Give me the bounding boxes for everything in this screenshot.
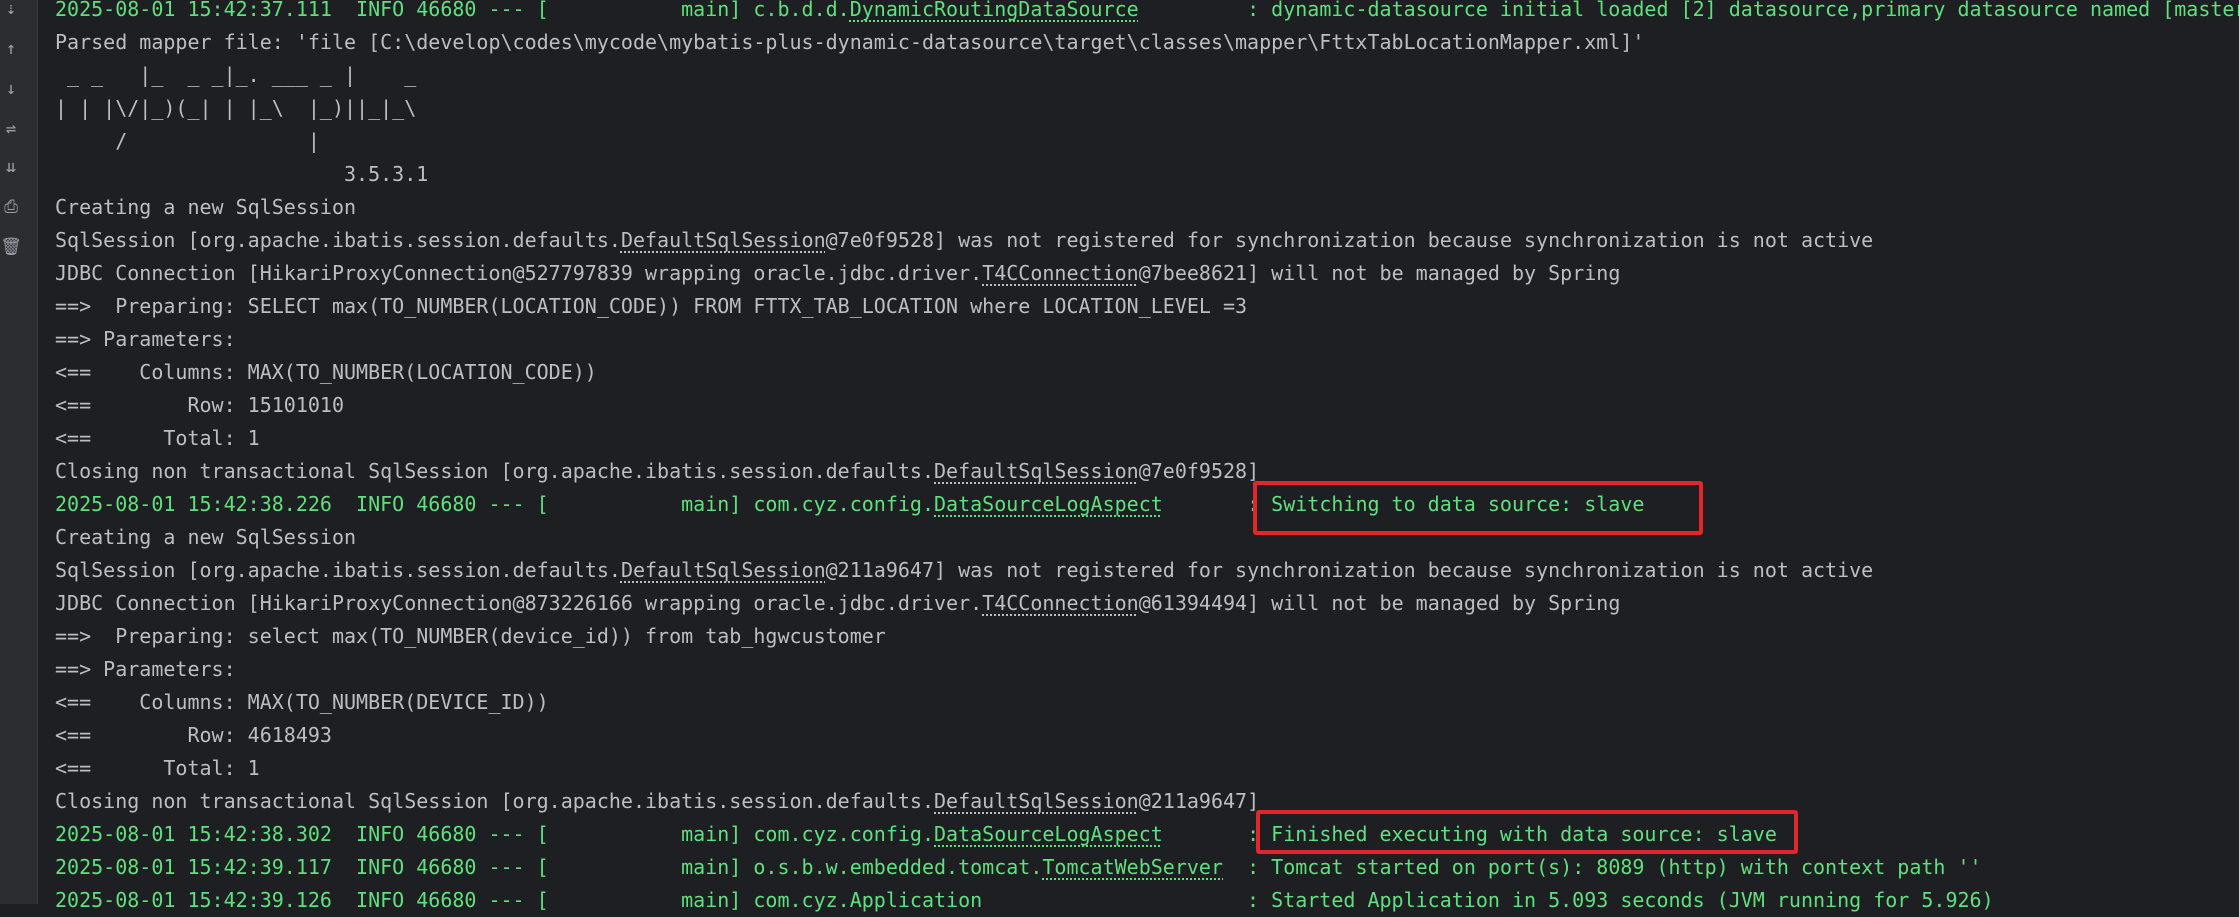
line-text-tail: @211a9647]: [1138, 789, 1260, 813]
class-link[interactable]: DynamicRoutingDataSource: [850, 0, 1139, 21]
console-line: ==> Preparing: select max(TO_NUMBER(devi…: [55, 620, 886, 653]
line-text: 2025-08-01 15:42:38.226 INFO 46680 --- […: [55, 492, 934, 516]
line-text-tail: @61394494] will not be managed by Spring: [1138, 591, 1621, 615]
line-text: ==> Parameters:: [55, 657, 248, 681]
line-text: 2025-08-01 15:42:37.111 INFO 46680 --- […: [55, 0, 850, 21]
console-line: ==> Preparing: SELECT max(TO_NUMBER(LOCA…: [55, 290, 1247, 323]
class-link[interactable]: DataSourceLogAspect: [934, 492, 1163, 516]
log-line: 2025-08-01 15:42:39.117 INFO 46680 --- […: [55, 851, 1982, 884]
class-link[interactable]: DefaultSqlSession: [621, 228, 826, 252]
console-line: JDBC Connection [HikariProxyConnection@8…: [55, 587, 1620, 620]
line-text-tail: @7e0f9528]: [1138, 459, 1260, 483]
console-line: ==> Parameters:: [55, 323, 248, 356]
line-text: <== Row: 15101010: [55, 393, 344, 417]
line-text: JDBC Connection [HikariProxyConnection@5…: [55, 261, 983, 285]
clear-all-icon[interactable]: 🗑: [0, 236, 22, 258]
line-text: | | |\/|_)(_| | |_\ |_)||_|_\: [55, 96, 429, 120]
class-link[interactable]: T4CConnection: [982, 261, 1139, 285]
console-line: _ _ |_ _ _|_. ___ _ | _: [55, 59, 428, 92]
line-text: 2025-08-01 15:42:39.126 INFO 46680 --- […: [55, 888, 1994, 912]
line-text: <== Total: 1: [55, 756, 260, 780]
line-text: <== Row: 4618493: [55, 723, 332, 747]
line-text: Closing non transactional SqlSession [or…: [55, 459, 934, 483]
line-text: <== Columns: MAX(TO_NUMBER(DEVICE_ID)): [55, 690, 549, 714]
line-text: <== Total: 1: [55, 426, 260, 450]
console-line: <== Columns: MAX(TO_NUMBER(LOCATION_CODE…: [55, 356, 597, 389]
line-text: Closing non transactional SqlSession [or…: [55, 789, 934, 813]
line-text: Creating a new SqlSession: [55, 195, 357, 219]
line-text: ==> Preparing: select max(TO_NUMBER(devi…: [55, 624, 886, 648]
console-line: <== Row: 15101010: [55, 389, 344, 422]
console-line: SqlSession [org.apache.ibatis.session.de…: [55, 554, 1873, 587]
class-link[interactable]: DataSourceLogAspect: [934, 822, 1163, 846]
line-text: SqlSession [org.apache.ibatis.session.de…: [55, 228, 621, 252]
line-text: SqlSession [org.apache.ibatis.session.de…: [55, 558, 621, 582]
line-text-tail: @211a9647] was not registered for synchr…: [825, 558, 1874, 582]
console-line: <== Total: 1: [55, 752, 260, 785]
console-output[interactable]: 2025-08-01 15:42:37.111 INFO 46680 --- […: [55, 0, 2239, 912]
class-link[interactable]: DefaultSqlSession: [934, 789, 1139, 813]
scroll-down-icon[interactable]: ↓: [0, 78, 22, 100]
class-link[interactable]: DefaultSqlSession: [621, 558, 826, 582]
console-line: | | |\/|_)(_| | |_\ |_)||_|_\: [55, 92, 428, 125]
line-text: JDBC Connection [HikariProxyConnection@8…: [55, 591, 983, 615]
console-line: Creating a new SqlSession: [55, 191, 356, 224]
line-text: Parsed mapper file: 'file [C:\develop\co…: [55, 30, 1645, 54]
line-text: <== Columns: MAX(TO_NUMBER(LOCATION_CODE…: [55, 360, 597, 384]
console-line: Creating a new SqlSession: [55, 521, 356, 554]
line-text-tail: : Finished executing with data source: s…: [1162, 822, 1777, 846]
console-line: <== Row: 4618493: [55, 719, 332, 752]
line-text-tail: : dynamic-datasource initial loaded [2] …: [1138, 0, 2239, 21]
console-line: JDBC Connection [HikariProxyConnection@5…: [55, 257, 1620, 290]
console-line: SqlSession [org.apache.ibatis.session.de…: [55, 224, 1873, 257]
scroll-up-icon[interactable]: ↑: [0, 38, 22, 60]
soft-wrap-icon[interactable]: ⇌: [0, 118, 22, 140]
print-icon[interactable]: ⎙: [0, 196, 22, 218]
line-text-tail: @7e0f9528] was not registered for synchr…: [825, 228, 1874, 252]
class-link[interactable]: T4CConnection: [982, 591, 1139, 615]
console-line: Closing non transactional SqlSession [or…: [55, 455, 1259, 488]
console-line: / |: [55, 125, 428, 158]
line-text: Creating a new SqlSession: [55, 525, 357, 549]
line-text: _ _ |_ _ _|_. ___ _ | _: [55, 63, 429, 87]
line-text-tail: : Tomcat started on port(s): 8089 (http)…: [1223, 855, 1982, 879]
log-line: 2025-08-01 15:42:38.302 INFO 46680 --- […: [55, 818, 1777, 851]
class-link[interactable]: TomcatWebServer: [1042, 855, 1223, 879]
console-line: <== Total: 1: [55, 422, 260, 455]
run-config-icon[interactable]: ⇣: [0, 0, 22, 20]
line-text-tail: @7bee8621] will not be managed by Spring: [1138, 261, 1621, 285]
console-line: Closing non transactional SqlSession [or…: [55, 785, 1259, 818]
console-line: ==> Parameters:: [55, 653, 248, 686]
line-text: 2025-08-01 15:42:39.117 INFO 46680 --- […: [55, 855, 1043, 879]
line-text-tail: : Switching to data source: slave: [1162, 492, 1645, 516]
console-toolbar: ⇣ ↑ ↓ ⇌ ⇊ ⎙ 🗑: [0, 0, 38, 904]
scroll-to-end-icon[interactable]: ⇊: [0, 156, 22, 178]
console-line: <== Columns: MAX(TO_NUMBER(DEVICE_ID)): [55, 686, 549, 719]
line-text: ==> Preparing: SELECT max(TO_NUMBER(LOCA…: [55, 294, 1248, 318]
console-line: 3.5.3.1: [55, 158, 440, 191]
log-line: 2025-08-01 15:42:38.226 INFO 46680 --- […: [55, 488, 1644, 521]
console-line: Parsed mapper file: 'file [C:\develop\co…: [55, 26, 1644, 59]
line-text: ==> Parameters:: [55, 327, 248, 351]
line-text: 3.5.3.1: [55, 162, 441, 186]
class-link[interactable]: DefaultSqlSession: [934, 459, 1139, 483]
log-line: 2025-08-01 15:42:37.111 INFO 46680 --- […: [55, 0, 2239, 26]
line-text: / |: [55, 129, 429, 153]
line-text: 2025-08-01 15:42:38.302 INFO 46680 --- […: [55, 822, 934, 846]
log-line: 2025-08-01 15:42:39.126 INFO 46680 --- […: [55, 884, 1994, 917]
